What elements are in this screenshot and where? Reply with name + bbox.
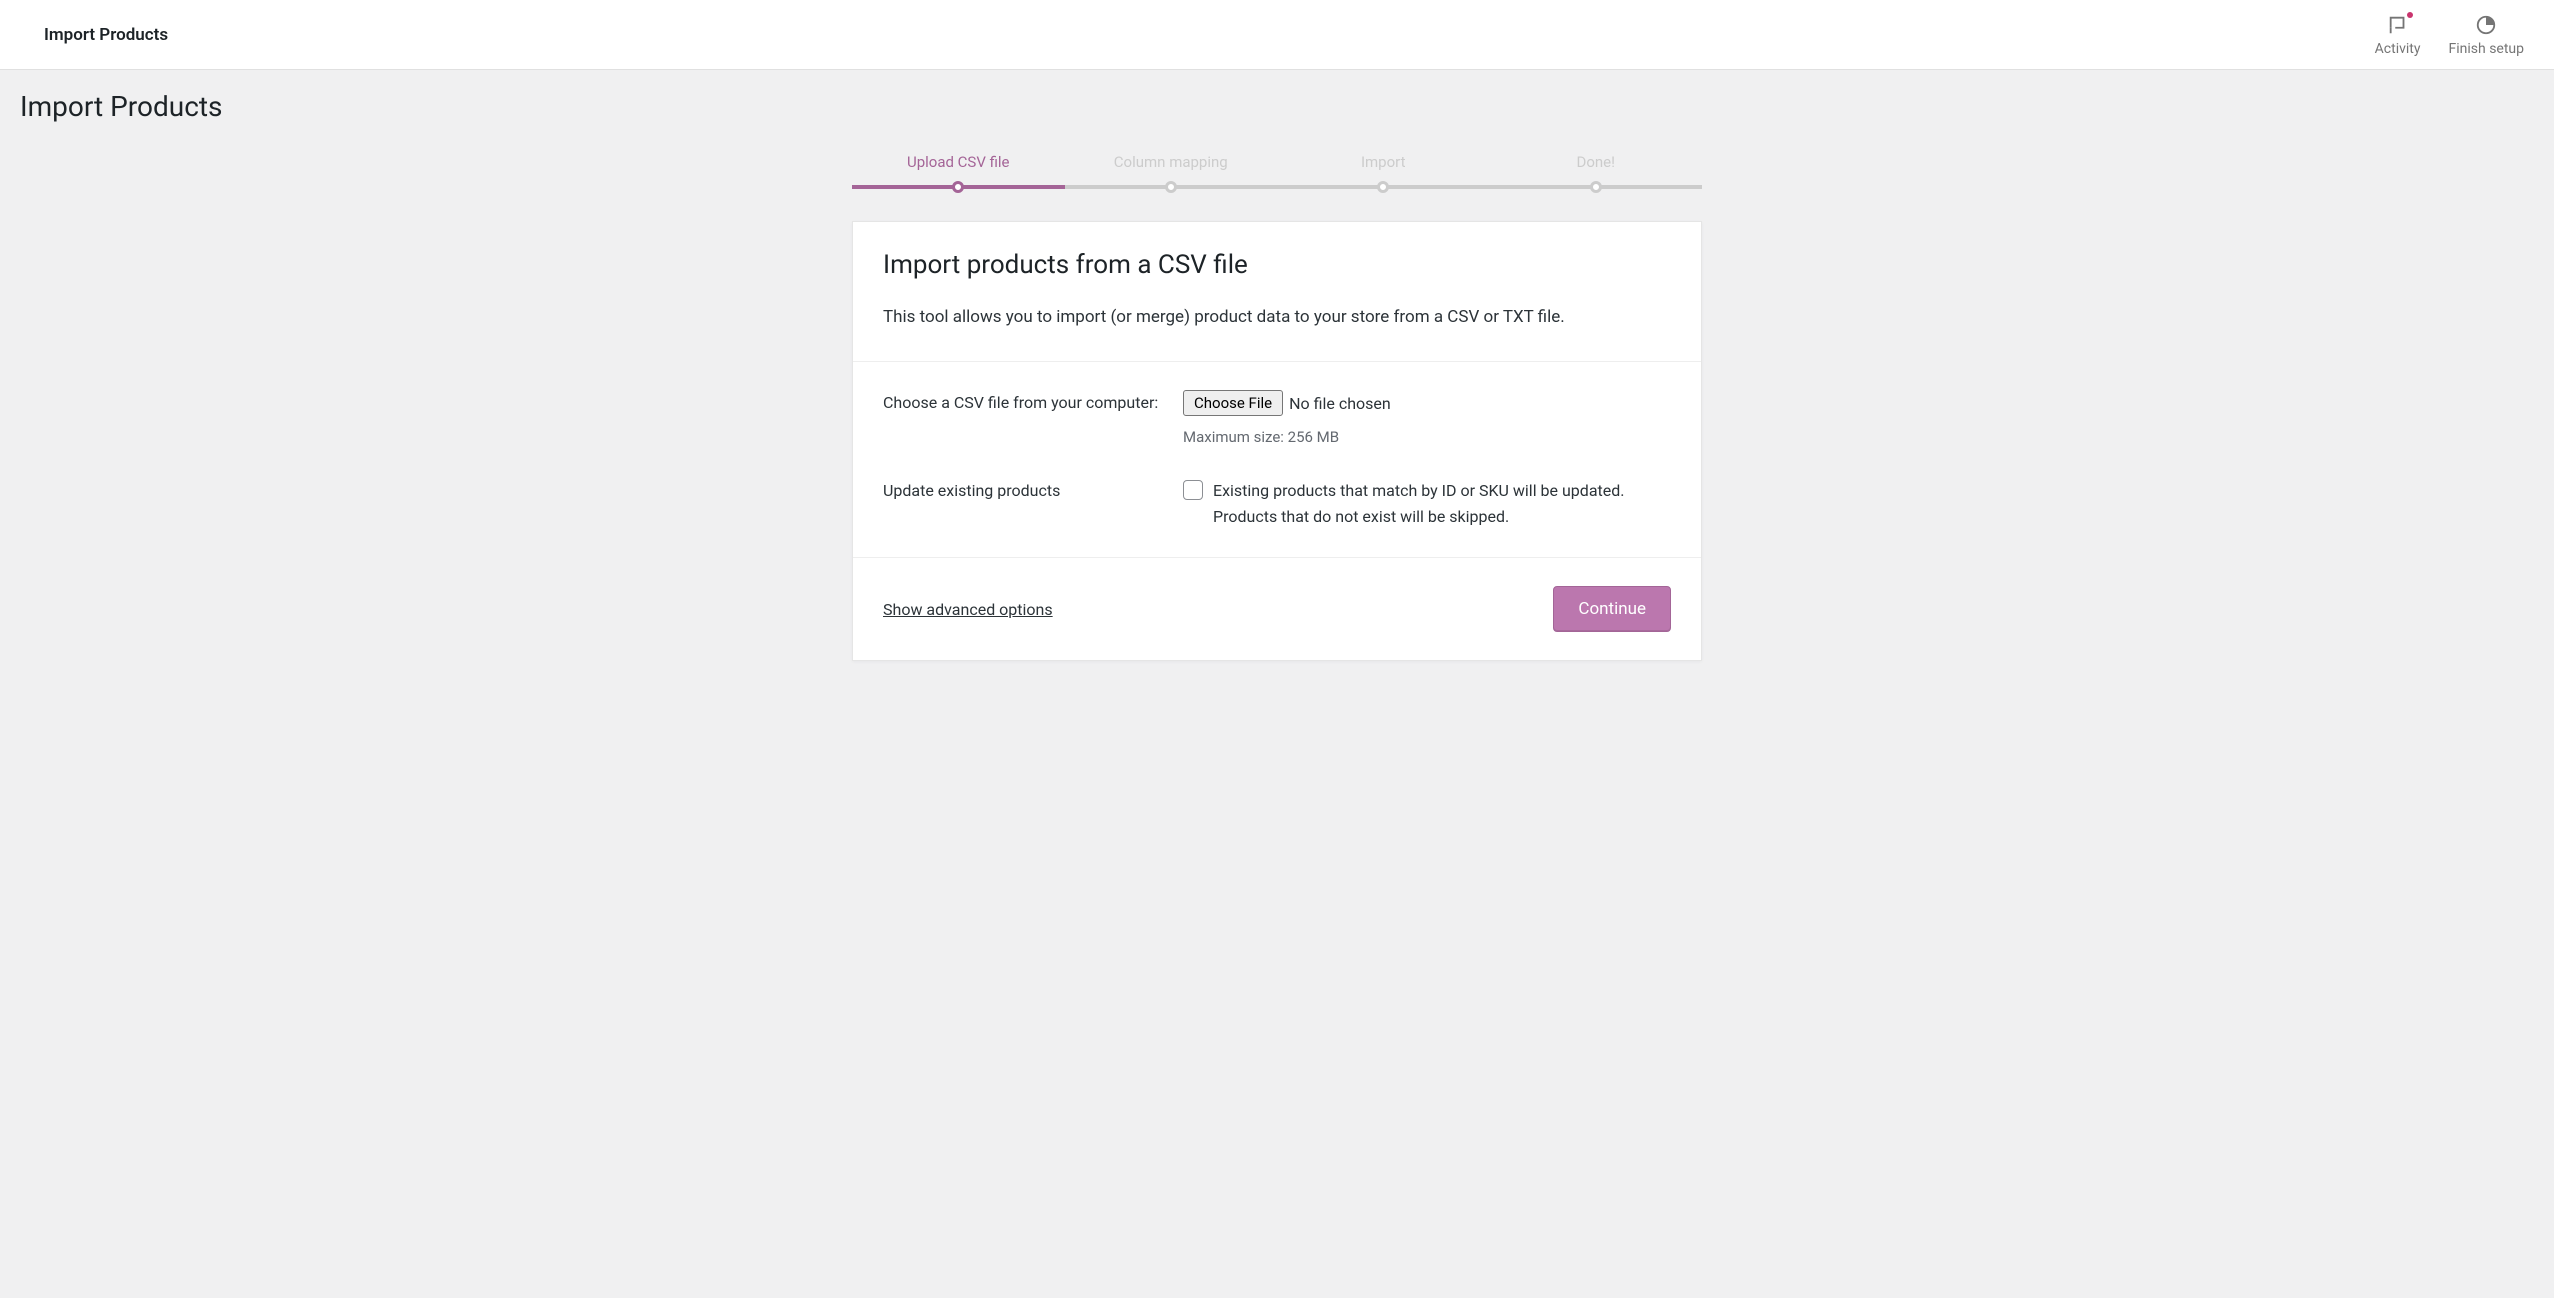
step-upload: Upload CSV file (852, 153, 1065, 189)
update-existing-checkbox[interactable] (1183, 480, 1203, 500)
header-actions: Activity Finish setup (2375, 13, 2524, 57)
step-bar (1277, 185, 1490, 189)
step-bar (852, 185, 1065, 189)
checkbox-row: Existing products that match by ID or SK… (1183, 478, 1671, 529)
file-status: No file chosen (1289, 394, 1391, 413)
show-advanced-link[interactable]: Show advanced options (883, 600, 1053, 619)
activity-label: Activity (2375, 41, 2421, 57)
card-title: Import products from a CSV file (883, 250, 1671, 280)
step-dot-icon (1165, 181, 1177, 193)
file-field: Choose File No file chosen Maximum size:… (1183, 390, 1671, 446)
file-input-row: Choose File No file chosen (1183, 390, 1671, 416)
finish-setup-label: Finish setup (2449, 41, 2525, 57)
finish-setup-button[interactable]: Finish setup (2449, 13, 2525, 57)
update-field: Existing products that match by ID or SK… (1183, 478, 1671, 529)
activity-button[interactable]: Activity (2375, 13, 2421, 57)
card-footer: Show advanced options Continue (853, 558, 1701, 660)
notification-dot-icon (2407, 12, 2413, 18)
continue-button[interactable]: Continue (1553, 586, 1671, 632)
file-label: Choose a CSV file from your computer: (883, 390, 1183, 416)
choose-file-button[interactable]: Choose File (1183, 390, 1283, 416)
update-label: Update existing products (883, 478, 1183, 504)
file-row: Choose a CSV file from your computer: Ch… (883, 390, 1671, 446)
progress-circle-icon (2475, 13, 2497, 37)
card-body: Choose a CSV file from your computer: Ch… (853, 362, 1701, 558)
card-description: This tool allows you to import (or merge… (883, 304, 1671, 331)
step-column-mapping-label: Column mapping (1065, 153, 1278, 171)
activity-icon (2387, 13, 2409, 37)
card-header: Import products from a CSV file This too… (853, 222, 1701, 362)
import-card: Import products from a CSV file This too… (852, 221, 1702, 661)
step-bar (1490, 185, 1703, 189)
step-upload-label: Upload CSV file (852, 153, 1065, 171)
step-import-label: Import (1277, 153, 1490, 171)
page-heading: Import Products (20, 90, 2534, 123)
step-done-label: Done! (1490, 153, 1703, 171)
step-dot-icon (1377, 181, 1389, 193)
top-header: Import Products Activity Finish setup (0, 0, 2554, 70)
update-description: Existing products that match by ID or SK… (1213, 478, 1671, 529)
step-dot-icon (1590, 181, 1602, 193)
step-column-mapping: Column mapping (1065, 153, 1278, 189)
step-dot-icon (952, 181, 964, 193)
content-area: Import Products Upload CSV file Column m… (0, 70, 2554, 681)
step-done: Done! (1490, 153, 1703, 189)
step-import: Import (1277, 153, 1490, 189)
progress-steps: Upload CSV file Column mapping Import Do… (852, 153, 1702, 189)
import-container: Upload CSV file Column mapping Import Do… (852, 153, 1702, 661)
update-row: Update existing products Existing produc… (883, 478, 1671, 529)
max-size-hint: Maximum size: 256 MB (1183, 428, 1671, 446)
step-bar (1065, 185, 1278, 189)
header-title: Import Products (44, 25, 168, 45)
